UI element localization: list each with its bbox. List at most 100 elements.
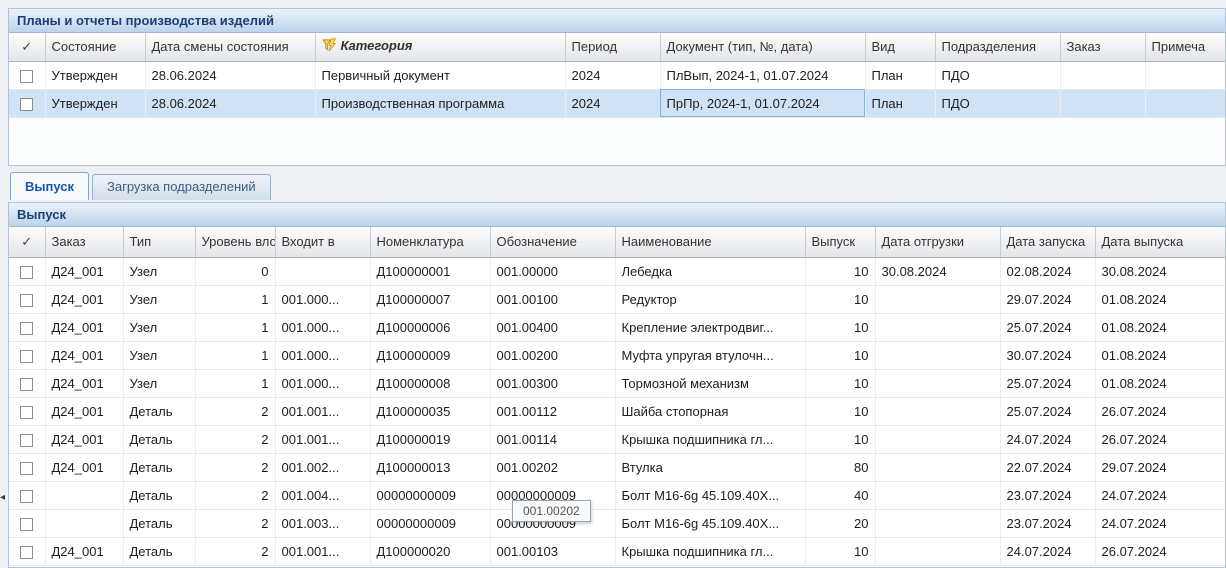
row-checkbox[interactable]	[20, 322, 33, 335]
table-cell[interactable]: 2024	[565, 89, 660, 117]
table-cell[interactable]	[875, 453, 1000, 481]
table-cell[interactable]: 24.07.2024	[1000, 537, 1095, 565]
col-header-category[interactable]: Категория	[315, 33, 565, 61]
table-cell[interactable]: 001.000...	[275, 285, 370, 313]
table-cell[interactable]: 2	[195, 537, 275, 565]
row-checkbox-cell[interactable]	[9, 257, 45, 285]
table-cell[interactable]: Д100000007	[370, 285, 490, 313]
table-cell[interactable]: Деталь	[123, 425, 195, 453]
table-cell[interactable]: Утвержден	[45, 61, 145, 89]
row-checkbox[interactable]	[20, 462, 33, 475]
table-cell[interactable]: 20	[805, 509, 875, 537]
table-cell[interactable]: 01.08.2024	[1095, 313, 1225, 341]
table-cell[interactable]: 001.00200	[490, 341, 615, 369]
table-cell[interactable]: 001.00202	[490, 453, 615, 481]
table-cell[interactable]: 001.00400	[490, 313, 615, 341]
table-cell[interactable]: 01.08.2024	[1095, 341, 1225, 369]
table-cell[interactable]	[875, 481, 1000, 509]
row-checkbox[interactable]	[20, 70, 33, 83]
col-header-nesting-level[interactable]: Уровень вло	[195, 227, 275, 257]
table-cell[interactable]: 29.07.2024	[1095, 453, 1225, 481]
table-cell[interactable]: Д100000008	[370, 369, 490, 397]
tab-zagruzka-podrazdeleniy[interactable]: Загрузка подразделений	[92, 174, 271, 200]
table-cell[interactable]: 02.08.2024	[1000, 257, 1095, 285]
table-cell[interactable]: Д100000006	[370, 313, 490, 341]
table-cell[interactable]: ПДО	[935, 89, 1060, 117]
table-cell[interactable]: 001.000...	[275, 341, 370, 369]
table-cell[interactable]: 24.07.2024	[1000, 425, 1095, 453]
table-cell[interactable]	[875, 537, 1000, 565]
table-cell[interactable]: 1	[195, 285, 275, 313]
row-checkbox-cell[interactable]	[9, 341, 45, 369]
table-cell[interactable]: Д100000009	[370, 341, 490, 369]
table-cell[interactable]: ПДО	[935, 61, 1060, 89]
table-cell[interactable]: Болт М16-6g 45.109.40Х...	[615, 509, 805, 537]
table-row[interactable]: Д24_001Деталь2001.002...Д100000013001.00…	[9, 453, 1225, 481]
table-cell[interactable]: 2	[195, 509, 275, 537]
table-cell[interactable]: 001.00103	[490, 537, 615, 565]
table-cell[interactable]: 28.06.2024	[145, 61, 315, 89]
table-cell[interactable]: 25.07.2024	[1000, 397, 1095, 425]
table-cell[interactable]: Узел	[123, 369, 195, 397]
col-header-designation[interactable]: Обозначение	[490, 227, 615, 257]
table-cell[interactable]: 80	[805, 453, 875, 481]
row-checkbox-cell[interactable]	[9, 369, 45, 397]
table-cell[interactable]: Д100000019	[370, 425, 490, 453]
table-row[interactable]: Д24_001Деталь2001.001...Д100000035001.00…	[9, 397, 1225, 425]
table-cell[interactable]: 30.07.2024	[1000, 341, 1095, 369]
row-checkbox-cell[interactable]	[9, 453, 45, 481]
table-cell[interactable]: Производственная программа	[315, 89, 565, 117]
table-cell[interactable]: Узел	[123, 257, 195, 285]
table-cell[interactable]: Первичный документ	[315, 61, 565, 89]
row-checkbox-cell[interactable]	[9, 537, 45, 565]
col-header-note[interactable]: Примеча	[1145, 33, 1225, 61]
row-checkbox-cell[interactable]	[9, 61, 45, 89]
table-cell[interactable]: 22.07.2024	[1000, 453, 1095, 481]
col-header-kind[interactable]: Вид	[865, 33, 935, 61]
table-cell[interactable]: ПрПр, 2024-1, 01.07.2024	[660, 89, 865, 117]
table-row[interactable]: Д24_001Узел1001.000...Д100000008001.0030…	[9, 369, 1225, 397]
table-cell[interactable]: 10	[805, 341, 875, 369]
table-row[interactable]: Утвержден28.06.2024Производственная прог…	[9, 89, 1225, 117]
col-header-order[interactable]: Заказ	[45, 227, 123, 257]
table-cell[interactable]: Д24_001	[45, 257, 123, 285]
table-cell[interactable]: 001.000...	[275, 369, 370, 397]
table-row[interactable]: Деталь2001.004...0000000000900000000009Б…	[9, 481, 1225, 509]
col-header-check[interactable]: ✓	[9, 33, 45, 61]
table-cell[interactable]: Узел	[123, 341, 195, 369]
table-cell[interactable]	[875, 313, 1000, 341]
table-cell[interactable]	[1145, 89, 1225, 117]
table-row[interactable]: Д24_001Деталь2001.001...Д100000019001.00…	[9, 425, 1225, 453]
table-cell[interactable]: Шайба стопорная	[615, 397, 805, 425]
table-cell[interactable]: Крышка подшипника гл...	[615, 537, 805, 565]
table-cell[interactable]: 2	[195, 481, 275, 509]
table-cell[interactable]: 001.003...	[275, 509, 370, 537]
table-cell[interactable]	[275, 257, 370, 285]
table-cell[interactable]: 26.07.2024	[1095, 425, 1225, 453]
table-cell[interactable]: 001.000...	[275, 313, 370, 341]
table-row[interactable]: Д24_001Узел0Д100000001001.00000Лебедка10…	[9, 257, 1225, 285]
table-cell[interactable]: Крепление электродвиг...	[615, 313, 805, 341]
col-header-parent[interactable]: Входит в	[275, 227, 370, 257]
table-cell[interactable]: Д100000013	[370, 453, 490, 481]
col-header-release-date[interactable]: Дата выпуска	[1095, 227, 1225, 257]
table-cell[interactable]: 10	[805, 397, 875, 425]
row-checkbox[interactable]	[20, 266, 33, 279]
table-cell[interactable]	[875, 509, 1000, 537]
table-row[interactable]: Деталь2001.003...0000000000900000000009Б…	[9, 509, 1225, 537]
table-cell[interactable]	[875, 341, 1000, 369]
table-cell[interactable]	[875, 369, 1000, 397]
col-header-period[interactable]: Период	[565, 33, 660, 61]
col-header-departments[interactable]: Подразделения	[935, 33, 1060, 61]
table-cell[interactable]: 01.08.2024	[1095, 285, 1225, 313]
row-checkbox[interactable]	[20, 350, 33, 363]
table-row[interactable]: Д24_001Узел1001.000...Д100000006001.0040…	[9, 313, 1225, 341]
table-cell[interactable]: Болт М16-6g 45.109.40Х...	[615, 481, 805, 509]
table-row[interactable]: Утвержден28.06.2024Первичный документ202…	[9, 61, 1225, 89]
table-cell[interactable]: 24.07.2024	[1095, 509, 1225, 537]
col-header-type[interactable]: Тип	[123, 227, 195, 257]
row-checkbox[interactable]	[20, 378, 33, 391]
row-checkbox[interactable]	[20, 434, 33, 447]
col-header-name[interactable]: Наименование	[615, 227, 805, 257]
table-cell[interactable]: Д100000020	[370, 537, 490, 565]
